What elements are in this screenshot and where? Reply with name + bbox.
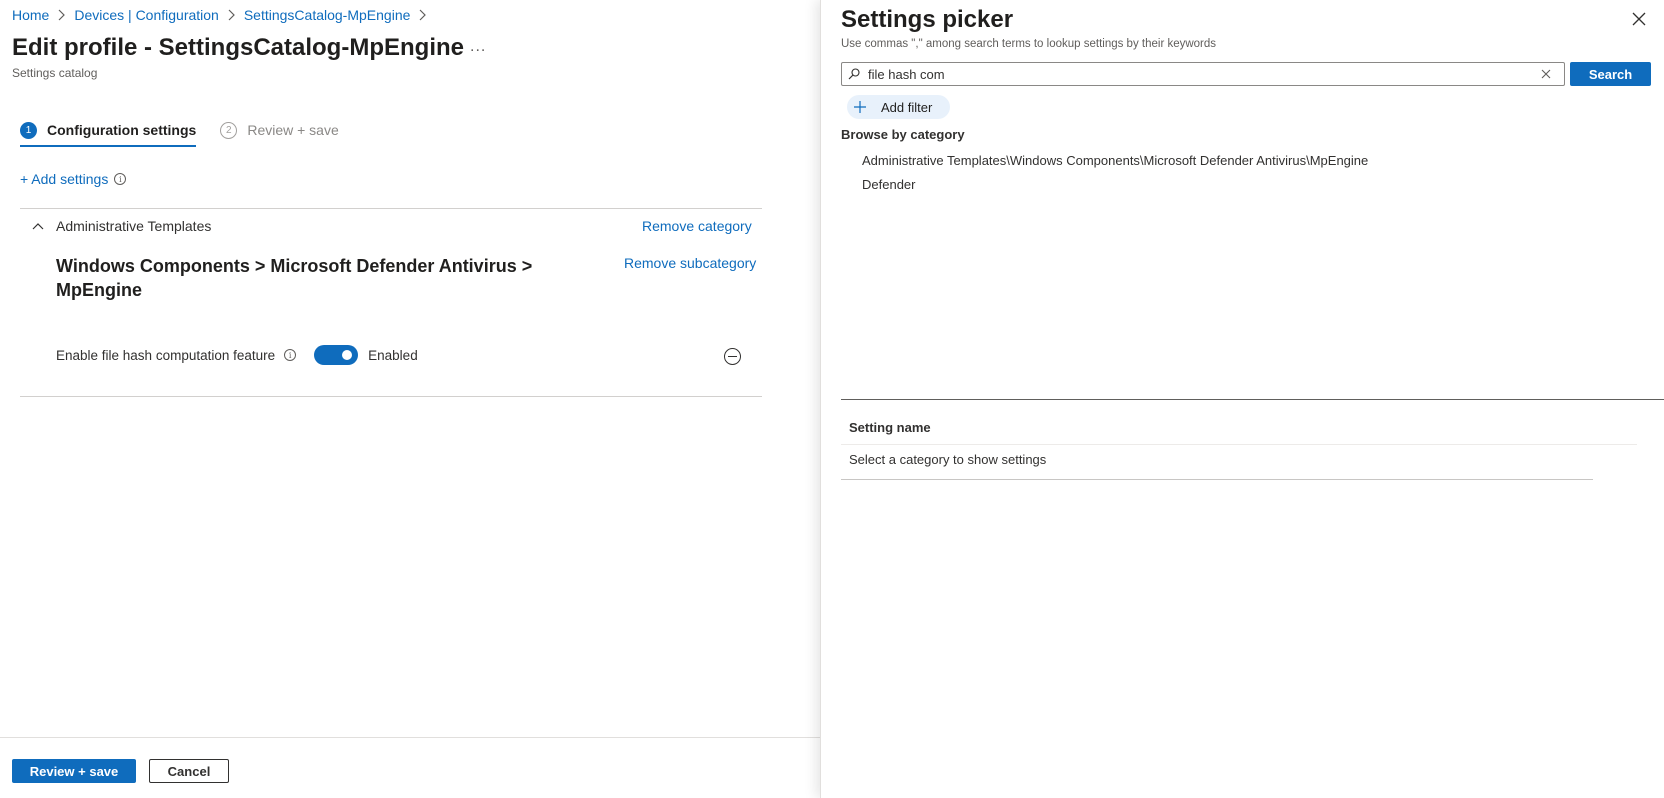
search-box <box>841 62 1565 86</box>
add-settings-label: + Add settings <box>20 171 109 187</box>
info-icon[interactable]: i <box>114 173 127 185</box>
footer-divider <box>0 737 820 738</box>
review-save-button[interactable]: Review + save <box>12 759 136 783</box>
breadcrumb-devices-link[interactable]: Devices | Configuration <box>74 7 218 23</box>
settings-picker-panel: Settings picker Use commas "," among sea… <box>820 0 1664 798</box>
step-number-badge: 1 <box>20 121 37 139</box>
browse-by-category-label: Browse by category <box>841 127 965 142</box>
category-list-item[interactable]: Administrative Templates\Windows Compone… <box>862 153 1368 177</box>
tab-configuration-settings[interactable]: 1 Configuration settings <box>20 115 197 147</box>
add-filter-button[interactable]: Add filter <box>847 95 951 119</box>
table-header-divider <box>841 444 1637 445</box>
wizard-steps: 1 Configuration settings 2 Review + save <box>20 115 339 147</box>
search-icon <box>848 68 860 80</box>
edit-profile-pane: Home Devices | Configuration SettingsCat… <box>0 0 820 798</box>
plus-icon <box>854 101 866 113</box>
table-divider <box>841 399 1664 400</box>
category-collapse-toggle[interactable]: Administrative Templates <box>32 218 211 234</box>
search-input[interactable] <box>868 66 1540 82</box>
panel-title: Settings picker <box>841 6 1014 33</box>
page-title: Edit profile - SettingsCatalog-MpEngine <box>12 34 464 61</box>
search-button[interactable]: Search <box>1570 62 1651 86</box>
column-header-setting-name: Setting name <box>849 420 931 435</box>
category-list: Administrative Templates\Windows Compone… <box>862 153 1368 201</box>
tab-review-save[interactable]: 2 Review + save <box>220 115 339 145</box>
close-icon[interactable] <box>1632 12 1648 28</box>
more-options-button[interactable]: ... <box>470 38 486 56</box>
table-empty-message: Select a category to show settings <box>849 452 1047 467</box>
chevron-up-icon <box>32 223 44 230</box>
add-filter-label: Add filter <box>881 99 933 115</box>
breadcrumb-home-link[interactable]: Home <box>12 7 49 23</box>
setting-name: Enable file hash computation feature <box>56 347 276 363</box>
chevron-right-icon <box>418 9 427 21</box>
enable-toggle[interactable] <box>314 345 359 365</box>
cancel-button[interactable]: Cancel <box>149 759 229 783</box>
section-divider <box>20 208 762 209</box>
subcategory-title: Windows Components > Microsoft Defender … <box>56 256 533 300</box>
breadcrumb: Home Devices | Configuration SettingsCat… <box>12 7 435 23</box>
chevron-right-icon <box>227 9 236 21</box>
info-icon[interactable]: i <box>284 349 297 361</box>
section-divider <box>20 396 762 397</box>
remove-setting-icon[interactable] <box>724 348 741 365</box>
category-name: Administrative Templates <box>56 218 212 234</box>
search-hint: Use commas "," among search terms to loo… <box>841 38 1217 50</box>
category-list-item[interactable]: Defender <box>862 177 1368 201</box>
clear-search-icon[interactable] <box>1540 64 1560 84</box>
step-label: Configuration settings <box>47 122 197 138</box>
table-divider <box>841 479 1593 480</box>
remove-category-link[interactable]: Remove category <box>642 218 752 234</box>
step-number-badge: 2 <box>220 121 238 139</box>
breadcrumb-profile-link[interactable]: SettingsCatalog-MpEngine <box>244 7 411 23</box>
page-subtitle: Settings catalog <box>12 66 98 80</box>
step-label: Review + save <box>247 122 339 138</box>
chevron-right-icon <box>57 9 66 21</box>
add-settings-link[interactable]: + Add settings i <box>20 171 127 187</box>
toggle-state-label: Enabled <box>368 347 418 363</box>
remove-subcategory-link[interactable]: Remove subcategory <box>624 255 756 271</box>
setting-row: Enable file hash computation feature i E… <box>56 345 418 365</box>
